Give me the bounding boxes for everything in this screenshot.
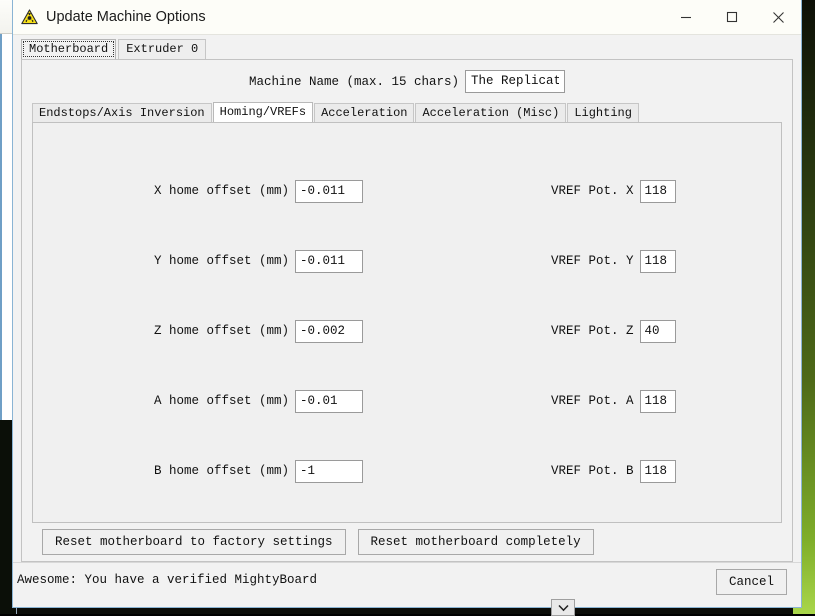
reset-to-factory-settings-button[interactable]: Reset motherboard to factory settings — [42, 529, 346, 555]
z-home-offset-group: Z home offset (mm) — [33, 319, 363, 343]
b-home-offset-input[interactable] — [295, 459, 363, 483]
inner-tab-strip: Endstops/Axis Inversion Homing/VREFs Acc… — [22, 102, 792, 122]
tab-acceleration-misc-label: Acceleration (Misc) — [422, 106, 560, 120]
y-home-offset-group: Y home offset (mm) — [33, 249, 363, 273]
vref-pot-z-group: VREF Pot. Z — [363, 319, 781, 343]
reset-button-bar: Reset motherboard to factory settings Re… — [22, 523, 792, 561]
z-home-offset-label: Z home offset (mm) — [153, 324, 289, 338]
vref-pot-z-input[interactable] — [639, 319, 676, 343]
dialog-footer: Awesome: You have a verified MightyBoard… — [13, 562, 801, 607]
a-home-offset-group: A home offset (mm) — [33, 389, 363, 413]
vref-pot-x-input[interactable] — [639, 179, 676, 203]
tab-extruder-0-label: Extruder 0 — [126, 42, 199, 56]
field-row-a: A home offset (mm) VREF Pot. A — [33, 366, 781, 436]
a-home-offset-label: A home offset (mm) — [153, 394, 289, 408]
tab-homing-vrefs-label: Homing/VREFs — [219, 105, 307, 119]
tab-acceleration[interactable]: Acceleration — [314, 103, 415, 122]
motherboard-panel: Machine Name (max. 15 chars) Endstops/Ax… — [21, 59, 793, 599]
vref-pot-b-label: VREF Pot. B — [551, 464, 634, 478]
y-home-offset-label: Y home offset (mm) — [153, 254, 289, 268]
x-home-offset-input[interactable] — [295, 179, 363, 203]
machine-name-input[interactable] — [465, 70, 566, 93]
tab-homing-vrefs[interactable]: Homing/VREFs — [212, 102, 314, 122]
field-row-y: Y home offset (mm) VREF Pot. Y — [33, 226, 781, 296]
vref-pot-y-label: VREF Pot. Y — [551, 254, 634, 268]
window-controls — [663, 0, 801, 34]
cancel-button[interactable]: Cancel — [715, 569, 787, 595]
z-home-offset-input[interactable] — [295, 319, 363, 343]
field-row-x: X home offset (mm) VREF Pot. X — [33, 156, 781, 226]
cancel-container: Cancel — [715, 569, 787, 595]
b-home-offset-label: B home offset (mm) — [153, 464, 289, 478]
warning-triangle-icon — [20, 8, 38, 26]
homing-vrefs-panel: X home offset (mm) VREF Pot. X Y home of… — [32, 122, 782, 523]
field-row-z: Z home offset (mm) VREF Pot. Z — [33, 296, 781, 366]
status-message: Awesome: You have a verified MightyBoard — [17, 573, 318, 587]
vref-pot-b-group: VREF Pot. B — [363, 459, 781, 483]
b-home-offset-group: B home offset (mm) — [33, 459, 363, 483]
vref-pot-x-label: VREF Pot. X — [551, 184, 634, 198]
vref-pot-a-label: VREF Pot. A — [551, 394, 634, 408]
close-button[interactable] — [755, 0, 801, 34]
minimize-button[interactable] — [663, 0, 709, 34]
tab-extruder-0[interactable]: Extruder 0 — [118, 39, 207, 59]
update-machine-options-dialog: Update Machine Options Motherboard Extru… — [12, 0, 802, 608]
outer-tab-strip: Motherboard Extruder 0 — [13, 35, 801, 59]
vref-pot-x-group: VREF Pot. X — [363, 179, 781, 203]
vref-pot-b-input[interactable] — [639, 459, 676, 483]
vref-pot-y-input[interactable] — [639, 249, 676, 273]
machine-name-label: Machine Name (max. 15 chars) — [248, 74, 460, 89]
vref-pot-a-input[interactable] — [639, 389, 676, 413]
vref-pot-z-label: VREF Pot. Z — [551, 324, 634, 338]
tab-endstops-axis-inversion-label: Endstops/Axis Inversion — [39, 106, 205, 120]
chevron-down-icon — [557, 604, 569, 611]
tab-motherboard[interactable]: Motherboard — [21, 39, 117, 59]
x-home-offset-label: X home offset (mm) — [153, 184, 289, 198]
vref-pot-a-group: VREF Pot. A — [363, 389, 781, 413]
window-titlebar: Update Machine Options — [13, 0, 801, 35]
tab-acceleration-misc[interactable]: Acceleration (Misc) — [415, 103, 567, 122]
window-title: Update Machine Options — [46, 9, 206, 25]
field-row-b: B home offset (mm) VREF Pot. B — [33, 436, 781, 506]
x-home-offset-group: X home offset (mm) — [33, 179, 363, 203]
vref-pot-y-group: VREF Pot. Y — [363, 249, 781, 273]
reset-motherboard-completely-button[interactable]: Reset motherboard completely — [357, 529, 594, 555]
dialog-content: Motherboard Extruder 0 Machine Name (max… — [13, 35, 801, 607]
tab-acceleration-label: Acceleration — [321, 106, 408, 120]
tab-lighting-label: Lighting — [574, 106, 632, 120]
scroll-down-button[interactable] — [551, 599, 575, 616]
machine-name-row: Machine Name (max. 15 chars) — [22, 60, 792, 102]
field-grid: X home offset (mm) VREF Pot. X Y home of… — [33, 123, 781, 522]
tab-lighting[interactable]: Lighting — [567, 103, 639, 122]
tab-endstops-axis-inversion[interactable]: Endstops/Axis Inversion — [32, 103, 212, 122]
tab-motherboard-label: Motherboard — [29, 42, 109, 56]
y-home-offset-input[interactable] — [295, 249, 363, 273]
a-home-offset-input[interactable] — [295, 389, 363, 413]
maximize-button[interactable] — [709, 0, 755, 34]
